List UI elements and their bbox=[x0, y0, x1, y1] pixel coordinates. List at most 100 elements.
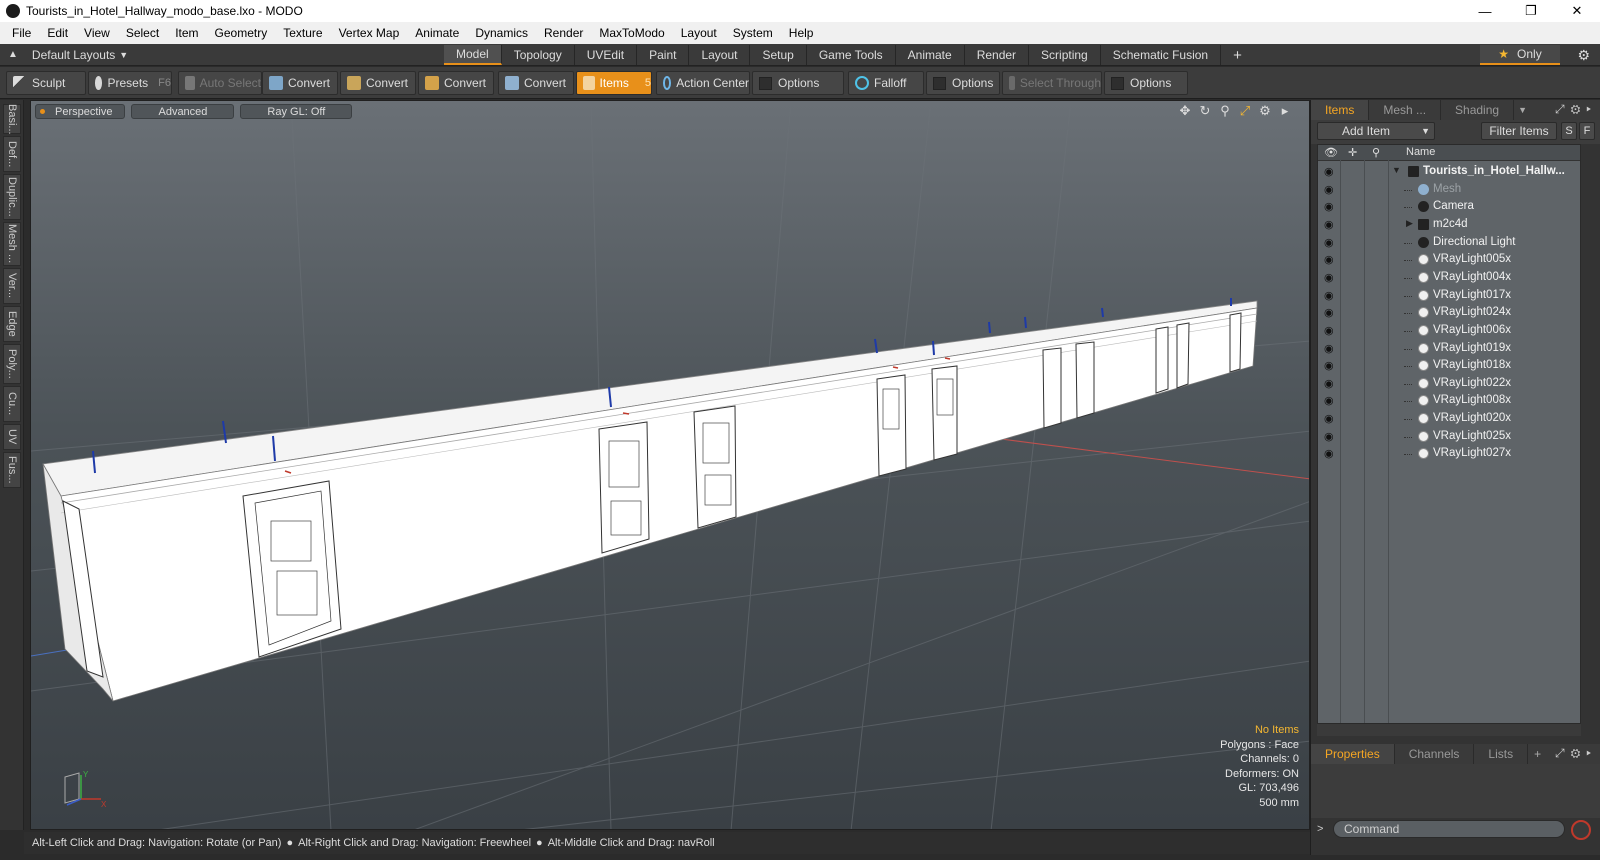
menu-layout[interactable]: Layout bbox=[673, 26, 725, 40]
menu-view[interactable]: View bbox=[76, 26, 118, 40]
tree-item-light[interactable]: ◉ VRayLight025x bbox=[1318, 428, 1580, 446]
tree-item-light[interactable]: ◉ VRayLight018x bbox=[1318, 357, 1580, 375]
action-center-options-button[interactable]: Options bbox=[752, 71, 844, 95]
visibility-eye-icon[interactable]: ◉ bbox=[1324, 289, 1334, 302]
tab-uv[interactable]: UV bbox=[3, 424, 21, 450]
menu-system[interactable]: System bbox=[725, 26, 781, 40]
tree-item-dirlight[interactable]: ◉ Directional Light bbox=[1318, 234, 1580, 252]
convert-polygons-button[interactable]: Convert bbox=[418, 71, 494, 95]
type-column-icon[interactable]: ⚲ bbox=[1372, 146, 1380, 159]
collapse-arrow-icon[interactable]: ▼ bbox=[1392, 165, 1401, 175]
zoom-view-icon[interactable]: ⚲ bbox=[1215, 103, 1235, 119]
tab-scripting[interactable]: Scripting bbox=[1029, 45, 1101, 65]
convert-items-button[interactable]: Convert bbox=[498, 71, 574, 95]
visibility-eye-icon[interactable]: ◉ bbox=[1324, 412, 1334, 425]
tab-paint[interactable]: Paint bbox=[637, 45, 690, 65]
visibility-eye-icon[interactable]: ◉ bbox=[1324, 271, 1334, 284]
tab-game-tools[interactable]: Game Tools bbox=[807, 45, 896, 65]
shading-mode-dropdown[interactable]: Advanced bbox=[131, 104, 235, 119]
tree-item-scene[interactable]: ◉ ▼ Tourists_in_Hotel_Hallw... bbox=[1318, 163, 1580, 181]
visibility-eye-icon[interactable]: ◉ bbox=[1324, 430, 1334, 443]
visibility-eye-icon[interactable]: ◉ bbox=[1324, 377, 1334, 390]
visibility-eye-icon[interactable]: ◉ bbox=[1324, 447, 1334, 460]
menu-help[interactable]: Help bbox=[781, 26, 822, 40]
viewport-menu-arrow-icon[interactable]: ▸ bbox=[1275, 103, 1295, 119]
tab-mesh-ops[interactable]: Mesh ... bbox=[1369, 100, 1442, 120]
visibility-eye-icon[interactable]: ◉ bbox=[1324, 218, 1334, 231]
panel-options-icons[interactable]: ⤢⚙▸ bbox=[1555, 102, 1597, 117]
visibility-eye-icon[interactable]: ◉ bbox=[1324, 165, 1334, 178]
tree-horizontal-scrollbar[interactable] bbox=[1317, 724, 1581, 736]
visibility-eye-icon[interactable]: ◉ bbox=[1324, 253, 1334, 266]
tab-topology[interactable]: Topology bbox=[502, 45, 575, 65]
close-button[interactable]: ✕ bbox=[1554, 0, 1600, 22]
raygl-toggle[interactable]: Ray GL: Off bbox=[240, 104, 353, 119]
tab-properties[interactable]: Properties bbox=[1311, 744, 1395, 764]
menu-file[interactable]: File bbox=[4, 26, 39, 40]
tree-item-mesh[interactable]: ◉ Mesh bbox=[1318, 181, 1580, 199]
command-input[interactable] bbox=[1333, 820, 1565, 838]
layout-selector[interactable]: ▲ Default Layouts ▼ bbox=[8, 48, 128, 62]
tab-items[interactable]: Items bbox=[1311, 100, 1370, 120]
lock-column-icon[interactable]: ✛ bbox=[1348, 146, 1357, 159]
record-macro-button[interactable] bbox=[1571, 820, 1591, 840]
visibility-eye-icon[interactable]: ◉ bbox=[1324, 183, 1334, 196]
chevron-down-icon[interactable]: ▼ bbox=[1518, 105, 1527, 115]
tab-edge[interactable]: Edge bbox=[3, 306, 21, 342]
tab-basic[interactable]: Basi... bbox=[3, 104, 21, 134]
tree-item-light[interactable]: ◉ VRayLight022x bbox=[1318, 375, 1580, 393]
convert-edges-button[interactable]: Convert bbox=[340, 71, 416, 95]
tab-deform[interactable]: Def... bbox=[3, 136, 21, 172]
only-button[interactable]: ★ Only bbox=[1480, 45, 1560, 65]
menu-dynamics[interactable]: Dynamics bbox=[467, 26, 536, 40]
menu-vertex-map[interactable]: Vertex Map bbox=[331, 26, 408, 40]
tab-shading[interactable]: Shading bbox=[1441, 100, 1515, 120]
visibility-eye-icon[interactable]: ◉ bbox=[1324, 306, 1334, 319]
menu-geometry[interactable]: Geometry bbox=[207, 26, 276, 40]
visibility-eye-icon[interactable]: ◉ bbox=[1324, 342, 1334, 355]
menu-item[interactable]: Item bbox=[167, 26, 206, 40]
rotate-view-icon[interactable]: ↻ bbox=[1195, 103, 1215, 119]
restore-button[interactable]: ❐ bbox=[1508, 0, 1554, 22]
convert-vertices-button[interactable]: Convert bbox=[262, 71, 338, 95]
auto-select-button[interactable]: Auto Select bbox=[178, 71, 262, 95]
select-through-options-button[interactable]: Options bbox=[1104, 71, 1188, 95]
visibility-eye-icon[interactable]: ◉ bbox=[1324, 359, 1334, 372]
tree-item-light[interactable]: ◉ VRayLight027x bbox=[1318, 445, 1580, 463]
visibility-eye-icon[interactable]: ◉ bbox=[1324, 394, 1334, 407]
tree-item-camera[interactable]: ◉ Camera bbox=[1318, 198, 1580, 216]
tab-model[interactable]: Model bbox=[444, 45, 502, 65]
move-view-icon[interactable]: ✥ bbox=[1175, 103, 1195, 119]
tree-item-light[interactable]: ◉ VRayLight019x bbox=[1318, 340, 1580, 358]
expand-arrow-icon[interactable]: ▶ bbox=[1406, 218, 1413, 229]
gear-icon[interactable]: ⚙ bbox=[1577, 47, 1590, 64]
tree-item-light[interactable]: ◉ VRayLight008x bbox=[1318, 392, 1580, 410]
name-column-header[interactable]: Name bbox=[1406, 146, 1435, 158]
maximize-view-icon[interactable]: ⤢ bbox=[1235, 103, 1255, 119]
minimize-button[interactable]: — bbox=[1462, 0, 1508, 22]
visibility-eye-icon[interactable]: ◉ bbox=[1324, 200, 1334, 213]
menu-animate[interactable]: Animate bbox=[407, 26, 467, 40]
command-chevron-icon[interactable]: > bbox=[1317, 823, 1323, 835]
menu-render[interactable]: Render bbox=[536, 26, 591, 40]
tab-uvedit[interactable]: UVEdit bbox=[575, 45, 638, 65]
add-layout-tab-button[interactable]: + bbox=[1221, 45, 1254, 65]
menu-maxtomodo[interactable]: MaxToModo bbox=[591, 26, 672, 40]
tab-polygon[interactable]: Poly... bbox=[3, 344, 21, 384]
add-tab-icon[interactable]: + bbox=[1534, 747, 1541, 761]
tab-fusion[interactable]: Fus... bbox=[3, 452, 21, 488]
visibility-column-eye-icon[interactable]: 👁 bbox=[1324, 146, 1338, 159]
tree-item-light[interactable]: ◉ VRayLight006x bbox=[1318, 322, 1580, 340]
tab-setup[interactable]: Setup bbox=[750, 45, 807, 65]
menu-texture[interactable]: Texture bbox=[275, 26, 330, 40]
tab-curve[interactable]: Cu... bbox=[3, 386, 21, 422]
tree-item-light[interactable]: ◉ VRayLight005x bbox=[1318, 251, 1580, 269]
items-mode-button[interactable]: Items 5 bbox=[576, 71, 652, 95]
sculpt-button[interactable]: Sculpt bbox=[6, 71, 86, 95]
f-toggle-button[interactable]: F bbox=[1579, 122, 1595, 140]
tab-animate[interactable]: Animate bbox=[896, 45, 965, 65]
tab-vertex[interactable]: Ver... bbox=[3, 268, 21, 304]
view-type-dropdown[interactable]: Perspective bbox=[35, 104, 126, 119]
options-checkbox[interactable] bbox=[1111, 76, 1124, 90]
menu-edit[interactable]: Edit bbox=[39, 26, 76, 40]
